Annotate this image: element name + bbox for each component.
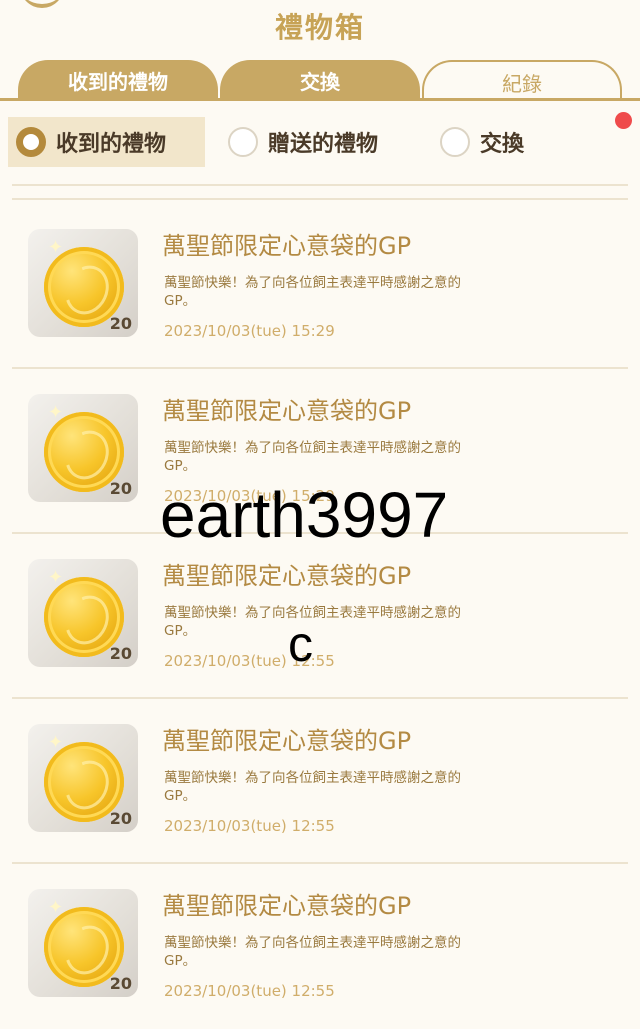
- tab-exchange[interactable]: 交換: [220, 60, 420, 100]
- header: 禮物箱: [0, 0, 640, 62]
- watermark-text: c: [288, 616, 313, 672]
- filter-exchange[interactable]: 交換: [440, 117, 524, 167]
- sparkle-icon: ✦: [48, 567, 64, 588]
- gift-thumbnail: ✦ 20: [28, 394, 138, 502]
- sparkle-icon: ✦: [48, 402, 64, 423]
- item-description: 萬聖節快樂！為了向各位飼主表達平時感謝之意的GP。: [164, 275, 461, 309]
- filter-label: 交換: [480, 132, 525, 157]
- watermark-text: earth3997: [160, 479, 449, 551]
- divider: [12, 184, 628, 186]
- gift-thumbnail: ✦ 20: [28, 559, 138, 667]
- radio-selected-icon: [16, 127, 46, 157]
- gift-thumbnail: ✦ 20: [28, 229, 138, 337]
- page-title: 禮物箱: [274, 11, 365, 44]
- radio-unselected-icon: [228, 127, 258, 157]
- filter-label: 贈送的禮物: [268, 132, 379, 157]
- filter-sent-gifts[interactable]: 贈送的禮物: [228, 117, 378, 167]
- item-title: 萬聖節限定心意袋的GP: [162, 562, 412, 590]
- tab-records[interactable]: 紀錄: [422, 60, 622, 100]
- tab-underline: [0, 98, 640, 101]
- item-description: 萬聖節快樂！為了向各位飼主表達平時感謝之意的GP。: [164, 605, 461, 639]
- gift-count: 20: [109, 314, 132, 333]
- item-timestamp: 2023/10/03(tue) 15:29: [164, 322, 335, 340]
- item-timestamp: 2023/10/03(tue) 12:55: [164, 982, 335, 1000]
- list-item[interactable]: ✦ 20 萬聖節限定心意袋的GP 萬聖節快樂！為了向各位飼主表達平時感謝之意的G…: [12, 534, 628, 699]
- filter-received-gifts[interactable]: 收到的禮物: [8, 117, 205, 167]
- tab-received-gifts[interactable]: 收到的禮物: [18, 60, 218, 100]
- record-list: ✦ 20 萬聖節限定心意袋的GP 萬聖節快樂！為了向各位飼主表達平時感謝之意的G…: [12, 204, 628, 1029]
- gift-count: 20: [109, 809, 132, 828]
- radio-unselected-icon: [440, 127, 470, 157]
- item-description: 萬聖節快樂！為了向各位飼主表達平時感謝之意的GP。: [164, 770, 461, 804]
- item-title: 萬聖節限定心意袋的GP: [162, 397, 412, 425]
- gift-count: 20: [109, 974, 132, 993]
- list-item[interactable]: ✦ 20 萬聖節限定心意袋的GP 萬聖節快樂！為了向各位飼主表達平時感謝之意的G…: [12, 864, 628, 1029]
- divider: [12, 198, 628, 200]
- list-item[interactable]: ✦ 20 萬聖節限定心意袋的GP 萬聖節快樂！為了向各位飼主表達平時感謝之意的G…: [12, 204, 628, 369]
- gift-thumbnail: ✦ 20: [28, 724, 138, 832]
- list-item[interactable]: ✦ 20 萬聖節限定心意袋的GP 萬聖節快樂！為了向各位飼主表達平時感謝之意的G…: [12, 699, 628, 864]
- item-timestamp: 2023/10/03(tue) 12:55: [164, 817, 335, 835]
- item-title: 萬聖節限定心意袋的GP: [162, 892, 412, 920]
- item-description: 萬聖節快樂！為了向各位飼主表達平時感謝之意的GP。: [164, 440, 461, 474]
- item-description: 萬聖節快樂！為了向各位飼主表達平時感謝之意的GP。: [164, 935, 461, 969]
- gift-count: 20: [109, 644, 132, 663]
- sparkle-icon: ✦: [48, 732, 64, 753]
- item-title: 萬聖節限定心意袋的GP: [162, 232, 412, 260]
- filter-label: 收到的禮物: [56, 132, 167, 157]
- tab-bar: 收到的禮物 交換 紀錄: [0, 60, 640, 100]
- sparkle-icon: ✦: [48, 897, 64, 918]
- filter-radio-group: 收到的禮物 贈送的禮物 交換: [0, 115, 640, 173]
- sparkle-icon: ✦: [48, 237, 64, 258]
- gift-thumbnail: ✦ 20: [28, 889, 138, 997]
- gift-count: 20: [109, 479, 132, 498]
- item-title: 萬聖節限定心意袋的GP: [162, 727, 412, 755]
